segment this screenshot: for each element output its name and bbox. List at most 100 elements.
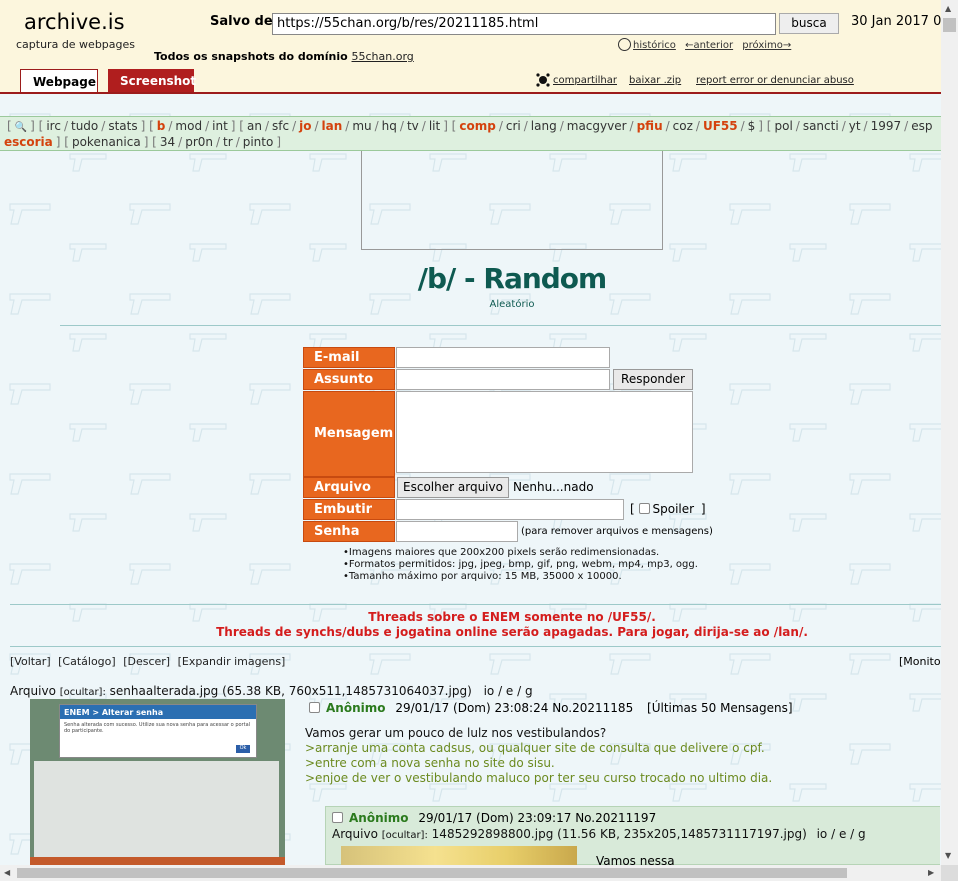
horizontal-scrollbar[interactable]: ◀ ▶ <box>0 865 941 881</box>
board-link[interactable]: pfiu <box>637 119 663 133</box>
board-link[interactable]: mu <box>352 119 371 133</box>
nav-separator: ] [ <box>55 135 69 149</box>
tab-screenshot[interactable]: Screenshot <box>108 69 196 93</box>
next-link[interactable]: próximo→ <box>742 40 791 51</box>
board-link[interactable]: pokenanica <box>72 135 141 149</box>
image-search-links[interactable]: io / e / g <box>817 827 866 841</box>
board-link[interactable]: 1997 <box>871 119 902 133</box>
password-field[interactable] <box>396 521 518 542</box>
board-link[interactable]: sancti <box>803 119 839 133</box>
board-link[interactable]: tudo <box>71 119 98 133</box>
nav-separator: ] [ <box>230 119 244 133</box>
reply-select-checkbox[interactable] <box>332 812 343 823</box>
domain-link[interactable]: 55chan.org <box>352 50 414 63</box>
choose-file-button[interactable]: Escolher arquivo <box>397 477 509 498</box>
url-input[interactable]: https://55chan.org/b/res/20211185.html <box>272 13 776 35</box>
board-link[interactable]: esp <box>911 119 932 133</box>
report-link[interactable]: report error or denunciar abuso <box>696 75 854 86</box>
op-thumbnail[interactable]: ENEM > Alterar senha Senha alterada com … <box>30 699 285 865</box>
board-link[interactable]: pol <box>774 119 792 133</box>
board-link[interactable]: lang <box>531 119 557 133</box>
search-icon[interactable]: 🔍 <box>15 122 27 133</box>
divider <box>10 604 941 605</box>
board-link[interactable]: escoria <box>4 135 53 149</box>
board-link[interactable]: yt <box>849 119 861 133</box>
email-field[interactable] <box>396 347 610 368</box>
scroll-right-icon[interactable]: ▶ <box>928 868 934 877</box>
board-link[interactable]: 34 <box>160 135 175 149</box>
board-link[interactable]: tv <box>407 119 419 133</box>
board-link[interactable]: hq <box>382 119 397 133</box>
previous-link[interactable]: ←anterior <box>685 40 733 51</box>
search-button[interactable]: busca <box>779 13 839 34</box>
op-select-checkbox[interactable] <box>309 702 320 713</box>
nav-separator: / <box>904 119 909 133</box>
scroll-up-icon[interactable]: ▲ <box>945 4 951 13</box>
nav-separator: / <box>695 119 700 133</box>
board-link[interactable]: coz <box>673 119 693 133</box>
board-link[interactable]: $ <box>748 119 756 133</box>
board-link[interactable]: UF55 <box>703 119 738 133</box>
catalog-link[interactable]: [Catálogo] <box>58 655 116 668</box>
post-number-link[interactable]: No.20211197 <box>575 811 656 825</box>
archive-logo[interactable]: archive.is <box>24 10 125 34</box>
board-link[interactable]: stats <box>108 119 137 133</box>
board-link[interactable]: pinto <box>243 135 274 149</box>
thumb-ok-button: Ok <box>236 745 250 753</box>
board-link[interactable]: b <box>157 119 166 133</box>
history-icon <box>618 38 631 51</box>
nav-separator: / <box>841 119 846 133</box>
scroll-down-icon[interactable]: ▼ <box>945 851 951 860</box>
watch-thread-link[interactable]: [Monitora <box>899 655 941 668</box>
subject-label: Assunto <box>303 369 395 390</box>
download-zip-link[interactable]: baixar .zip <box>629 75 681 86</box>
share-link[interactable]: compartilhar <box>553 75 617 86</box>
board-link[interactable]: comp <box>459 119 495 133</box>
board-link[interactable]: an <box>247 119 262 133</box>
history-link[interactable]: histórico <box>633 40 676 51</box>
hide-file-link[interactable]: [ocultar]: <box>382 830 428 841</box>
vertical-scroll-thumb[interactable] <box>943 18 956 32</box>
board-link[interactable]: sfc <box>272 119 289 133</box>
spoiler-checkbox[interactable] <box>638 503 650 514</box>
board-link[interactable]: macgyver <box>567 119 627 133</box>
board-link[interactable]: cri <box>506 119 521 133</box>
expand-images-link[interactable]: [Expandir imagens] <box>178 655 286 668</box>
thumb-footer-bar <box>30 857 285 865</box>
board-link[interactable]: tr <box>223 135 233 149</box>
go-bottom-link[interactable]: [Descer] <box>123 655 170 668</box>
op-post-header: Anônimo 29/01/17 (Dom) 23:08:24 No.20211… <box>309 701 793 715</box>
greentext-line: >arranje uma conta cadsus, ou qualquer s… <box>305 741 765 755</box>
nav-separator: ] [ <box>140 119 154 133</box>
hide-file-link[interactable]: [ocultar]: <box>60 687 106 698</box>
nav-separator: / <box>235 135 240 149</box>
board-link[interactable]: lit <box>429 119 440 133</box>
tab-webpage[interactable]: Webpage <box>20 69 98 93</box>
board-link[interactable]: int <box>212 119 228 133</box>
post-number-link[interactable]: No.20211185 <box>552 701 633 715</box>
file-name-link[interactable]: 1485292898800.jpg <box>432 827 554 841</box>
horizontal-scroll-thumb[interactable] <box>17 868 847 878</box>
reply-button[interactable]: Responder <box>613 369 693 390</box>
file-name-link[interactable]: senhaalterada.jpg <box>110 684 219 698</box>
nav-separator: ] [ <box>443 119 457 133</box>
message-textarea[interactable] <box>396 391 693 473</box>
scroll-left-icon[interactable]: ◀ <box>4 868 10 877</box>
board-link[interactable]: pr0n <box>185 135 213 149</box>
post-date: 29/01/17 (Dom) 23:08:24 <box>395 701 549 715</box>
file-label: Arquivo <box>303 477 395 498</box>
file-details: (11.56 KB, 235x205,1485731117197.jpg) <box>557 827 807 841</box>
board-link[interactable]: mod <box>175 119 202 133</box>
board-link[interactable]: irc <box>46 119 61 133</box>
nav-separator: ] <box>276 135 282 149</box>
board-link[interactable]: lan <box>322 119 343 133</box>
subject-field[interactable] <box>396 369 610 390</box>
last-50-link[interactable]: [Últimas 50 Mensagens] <box>647 701 793 715</box>
vertical-scrollbar[interactable]: ▲ ▼ <box>941 0 958 865</box>
back-link[interactable]: [Voltar] <box>10 655 51 668</box>
embed-field[interactable] <box>396 499 624 520</box>
image-search-links[interactable]: io / e / g <box>484 684 533 698</box>
reply-thumbnail[interactable] <box>341 846 577 865</box>
archive-tagline: captura de webpages <box>16 38 136 51</box>
board-link[interactable]: jo <box>299 119 311 133</box>
